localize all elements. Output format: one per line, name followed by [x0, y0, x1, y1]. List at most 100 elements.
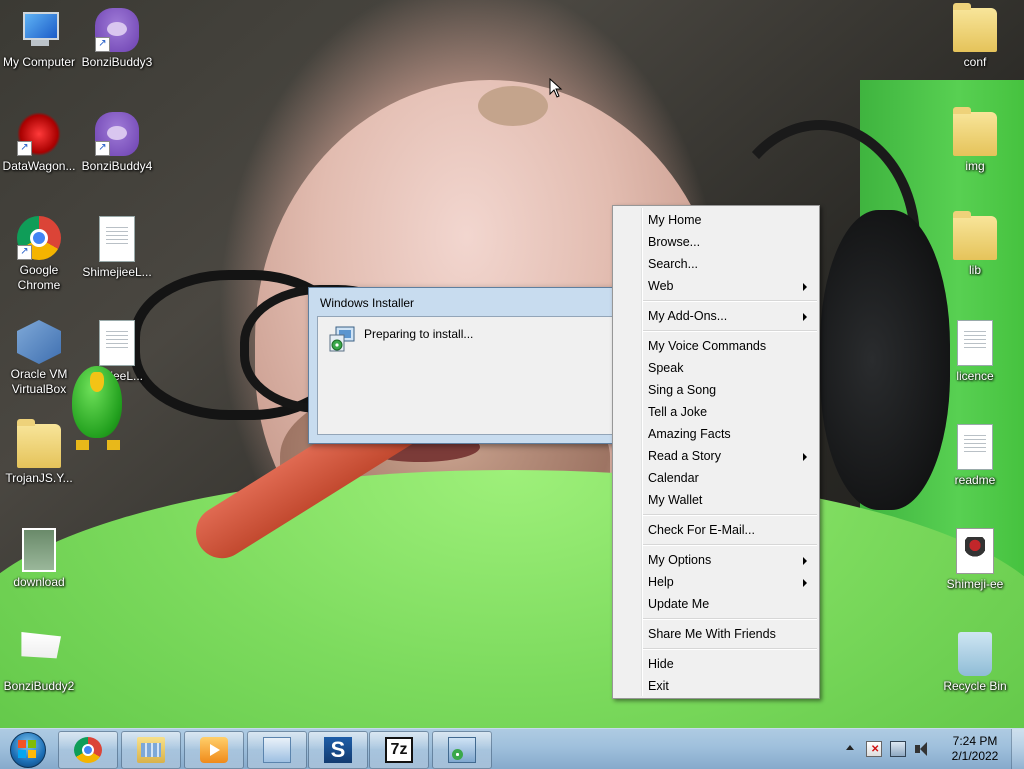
installer-icon	[329, 326, 355, 352]
desktop-icon-label: BonziBuddy2	[3, 679, 75, 693]
menu-item-check-email[interactable]: Check For E-Mail...	[615, 519, 817, 541]
desktop-icon-download[interactable]: download	[0, 528, 78, 590]
desktop-icon-label: conf	[963, 55, 987, 69]
parrot-character[interactable]	[62, 356, 132, 456]
menu-item-help[interactable]: Help	[615, 571, 817, 593]
taskbar-button-7zip[interactable]: 7z	[369, 731, 429, 769]
taskbar-button-chrome[interactable]	[58, 731, 118, 769]
desktop-icon-bonzibuddy2[interactable]: BonziBuddy2	[0, 632, 78, 694]
taskbar-button-media-player[interactable]	[184, 731, 244, 769]
network-icon[interactable]	[890, 741, 906, 757]
desktop-icon-label: licence	[956, 369, 994, 383]
desktop-icon-label: BonziBuddy4	[81, 159, 153, 173]
desktop-icon-recycle-bin[interactable]: Recycle Bin	[936, 632, 1014, 694]
menu-item-label: Calendar	[648, 471, 699, 485]
desktop-icon-label: BonziBuddy3	[81, 55, 153, 69]
desktop-icon-datawagon[interactable]: ↗ DataWagon...	[0, 112, 78, 174]
desktop-icon-img[interactable]: img	[936, 107, 1014, 174]
menu-item-label: Hide	[648, 657, 674, 671]
web-icon: ↗	[17, 112, 61, 156]
desktop-icon-bonzibuddy4[interactable]: ↗ BonziBuddy4	[78, 112, 156, 174]
media-player-icon	[200, 737, 228, 763]
show-desktop-button[interactable]	[1011, 729, 1024, 769]
s-app-icon: S	[324, 737, 352, 763]
desktop-icon-label: My Computer	[2, 55, 76, 69]
submenu-arrow-icon	[803, 579, 807, 587]
desktop-icon-google-chrome[interactable]: ↗ Google Chrome	[0, 216, 78, 293]
desktop-icon-label: ShimejieeL...	[82, 265, 152, 279]
desktop-icon-readme[interactable]: readme	[936, 424, 1014, 488]
7zip-icon: 7z	[385, 737, 413, 763]
action-center-flag-icon[interactable]	[866, 741, 882, 757]
bonzi-icon: ↗	[95, 112, 139, 156]
chrome-icon: ↗	[17, 216, 61, 260]
menu-item-update-me[interactable]: Update Me	[615, 593, 817, 615]
menu-item-calendar[interactable]: Calendar	[615, 467, 817, 489]
menu-item-label: My Voice Commands	[648, 339, 767, 353]
taskbar-button-windows-installer[interactable]	[432, 731, 492, 769]
clock[interactable]: 7:24 PM 2/1/2022	[940, 734, 1010, 764]
desktop-icon-label: Shimeji-ee	[946, 577, 1004, 591]
menu-item-label: My Wallet	[648, 493, 703, 507]
installer-icon	[448, 737, 476, 763]
menu-item-tell-a-joke[interactable]: Tell a Joke	[615, 401, 817, 423]
desktop-icon-shimejieel-1[interactable]: ShimejieeL...	[78, 216, 156, 280]
menu-item-hide[interactable]: Hide	[615, 653, 817, 675]
taskbar-button-explorer[interactable]	[121, 731, 181, 769]
menu-item-my-options[interactable]: My Options	[615, 549, 817, 571]
document-icon	[957, 424, 993, 470]
desktop-icon-shimeji-ee[interactable]: Shimeji-ee	[936, 528, 1014, 592]
context-menu[interactable]: My Home Browse... Search... Web My Add-O…	[612, 205, 820, 699]
menu-item-label: Exit	[648, 679, 669, 693]
menu-item-amazing-facts[interactable]: Amazing Facts	[615, 423, 817, 445]
desktop[interactable]: My Computer ↗ BonziBuddy3 ↗ DataWagon...…	[0, 0, 1024, 728]
chrome-icon	[74, 737, 102, 763]
menu-item-label: My Options	[648, 553, 712, 567]
dialog-body: Preparing to install...	[317, 316, 621, 435]
document-icon	[957, 320, 993, 366]
menu-item-web[interactable]: Web	[615, 275, 817, 297]
desktop-icon-lib[interactable]: lib	[936, 211, 1014, 278]
desktop-icon-bonzibuddy3[interactable]: ↗ BonziBuddy3	[78, 8, 156, 70]
desktop-icon-label: Recycle Bin	[943, 679, 1007, 693]
installer-message: Preparing to install...	[364, 327, 474, 341]
menu-item-speak[interactable]: Speak	[615, 357, 817, 379]
show-hidden-icons-icon[interactable]	[846, 745, 854, 750]
virtualbox-icon	[17, 320, 61, 364]
menu-separator	[643, 618, 817, 620]
clock-time: 7:24 PM	[952, 734, 998, 748]
menu-item-read-a-story[interactable]: Read a Story	[615, 445, 817, 467]
menu-item-my-voice-commands[interactable]: My Voice Commands	[615, 335, 817, 357]
menu-item-my-add-ons[interactable]: My Add-Ons...	[615, 305, 817, 327]
start-button[interactable]	[4, 730, 50, 768]
menu-item-share-me[interactable]: Share Me With Friends	[615, 623, 817, 645]
menu-item-search[interactable]: Search...	[615, 253, 817, 275]
folder-icon	[17, 419, 61, 468]
submenu-arrow-icon	[803, 557, 807, 565]
menu-separator	[643, 514, 817, 516]
menu-item-label: My Home	[648, 213, 702, 227]
windows-installer-dialog[interactable]: Windows Installer Preparing to install..…	[308, 287, 630, 444]
menu-item-exit[interactable]: Exit	[615, 675, 817, 697]
menu-item-label: Web	[648, 279, 674, 293]
desktop-icon-label: DataWagon...	[2, 159, 76, 173]
menu-item-sing-a-song[interactable]: Sing a Song	[615, 379, 817, 401]
taskbar: S 7z 7:24 PM 2/1/2022	[0, 728, 1024, 769]
menu-item-my-home[interactable]: My Home	[615, 209, 817, 231]
desktop-icon-label: TrojanJS.Y...	[5, 471, 73, 485]
menu-separator	[643, 330, 817, 332]
control-panel-icon	[263, 737, 291, 763]
menu-item-label: My Add-Ons...	[648, 309, 728, 323]
desktop-icon-licence[interactable]: licence	[936, 320, 1014, 384]
menu-item-my-wallet[interactable]: My Wallet	[615, 489, 817, 511]
volume-icon[interactable]	[914, 741, 930, 757]
menu-item-label: Check For E-Mail...	[648, 523, 755, 537]
desktop-icon-my-computer[interactable]: My Computer	[0, 8, 78, 70]
desktop-icon-label: download	[13, 575, 65, 589]
menu-item-browse[interactable]: Browse...	[615, 231, 817, 253]
desktop-icon-conf[interactable]: conf	[936, 3, 1014, 70]
taskbar-button-control-panel[interactable]	[247, 731, 307, 769]
folder-icon	[953, 211, 997, 260]
menu-item-label: Update Me	[648, 597, 710, 611]
taskbar-button-s-app[interactable]: S	[308, 731, 368, 769]
